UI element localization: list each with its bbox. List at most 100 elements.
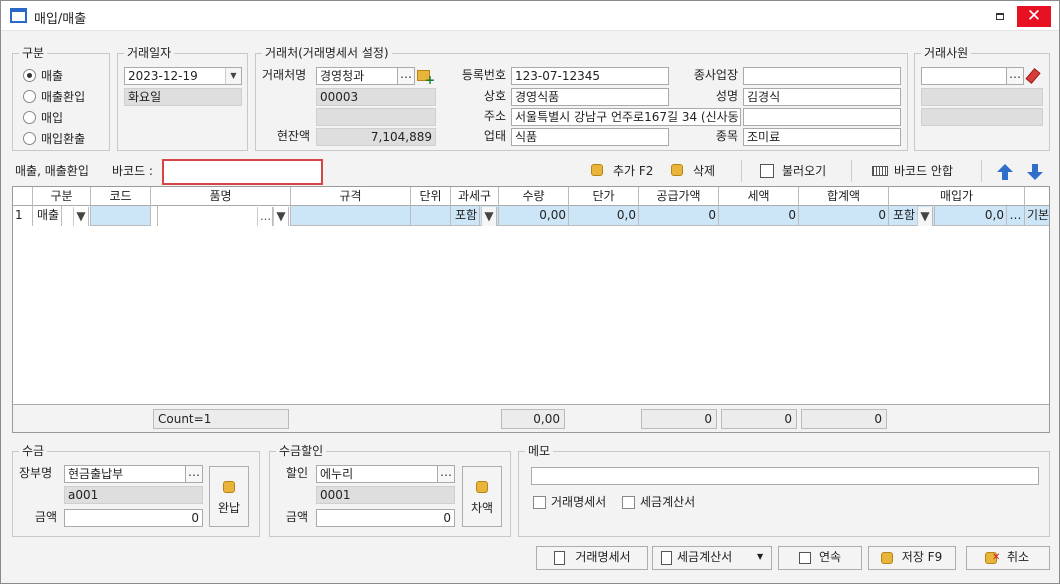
- table-row[interactable]: 1 매출 ▼ … ▼ 포함 ▼ 0,00 0,0 0 0 0 포함 ▼ 0,0 … 기본: [13, 206, 1049, 226]
- col-header-name[interactable]: 품명: [151, 187, 291, 206]
- type-group: 구분 매출 매출환입 매입 매입환출: [12, 45, 110, 151]
- radio-sales[interactable]: [23, 69, 36, 82]
- col-header-supply[interactable]: 공급가액: [639, 187, 719, 206]
- row-price[interactable]: 0,0: [569, 206, 639, 226]
- delete-row-button[interactable]: 삭제: [671, 162, 715, 180]
- row-name-search-button[interactable]: …: [257, 207, 273, 226]
- invoice-button[interactable]: 세금계산서 ▼: [652, 546, 772, 570]
- restore-button[interactable]: [993, 10, 1007, 24]
- row-spec[interactable]: [291, 206, 411, 226]
- col-header-code[interactable]: 코드: [91, 187, 151, 206]
- partner-name-field[interactable]: 경영청과: [316, 67, 398, 85]
- discount-value: 에누리: [320, 467, 354, 481]
- ledger-field[interactable]: 현금출납부: [64, 465, 186, 483]
- reg-no-field[interactable]: 123-07-12345: [511, 67, 669, 85]
- difference-button[interactable]: 차액: [462, 466, 502, 527]
- row-purchase-tax[interactable]: 포함 ▼: [889, 206, 935, 226]
- partner-add-icon[interactable]: +: [416, 67, 435, 86]
- receipt-amount-value: 0: [191, 511, 199, 525]
- discount-field[interactable]: 에누리: [316, 465, 438, 483]
- chevron-down-icon[interactable]: ▼: [917, 207, 933, 226]
- date-value: 2023-12-19: [128, 69, 198, 83]
- row-code[interactable]: [91, 206, 151, 226]
- radio-sales-label: 매출: [41, 69, 64, 83]
- col-header-vat[interactable]: 세액: [719, 187, 799, 206]
- memo-group-label: 메모: [525, 443, 554, 459]
- save-button[interactable]: 저장 F9: [868, 546, 956, 570]
- row-total[interactable]: 0: [799, 206, 889, 226]
- row-type[interactable]: 매출 ▼: [33, 206, 91, 226]
- ledger-search-button[interactable]: …: [185, 465, 203, 483]
- row-supply[interactable]: 0: [639, 206, 719, 226]
- address-detail-field[interactable]: [743, 108, 901, 126]
- row-extra[interactable]: 기본: [1025, 206, 1049, 226]
- col-header-type[interactable]: 구분: [33, 187, 91, 206]
- continue-button[interactable]: 연속: [778, 546, 862, 570]
- receipt-group: 수금 장부명 현금출납부 … a001 금액 0 완납: [12, 443, 260, 537]
- row-purchase-price[interactable]: 0,0: [935, 206, 1007, 226]
- radio-purchase[interactable]: [23, 111, 36, 124]
- load-button[interactable]: 불러오기: [760, 162, 826, 180]
- row-vat[interactable]: 0: [719, 206, 799, 226]
- window-title: 매입/매출: [34, 12, 87, 27]
- col-header-price[interactable]: 단가: [569, 187, 639, 206]
- memo-group: 메모 거래명세서 세금계산서: [518, 443, 1050, 537]
- business-label: 업태: [483, 129, 506, 143]
- row-no: 1: [13, 206, 33, 226]
- row-qty[interactable]: 0,00: [499, 206, 569, 226]
- balance-value: 7,104,889: [370, 130, 432, 144]
- col-header-extra[interactable]: [1025, 187, 1049, 206]
- item-field[interactable]: 조미료: [743, 128, 901, 146]
- statement-checkbox[interactable]: [533, 496, 546, 509]
- barcode-input[interactable]: [162, 159, 323, 185]
- staff-field[interactable]: [921, 67, 1007, 85]
- partner-search-button[interactable]: …: [397, 67, 415, 85]
- row-purchase-search-button[interactable]: …: [1007, 206, 1025, 226]
- radio-purchase-return[interactable]: [23, 132, 36, 145]
- chevron-down-icon[interactable]: ▼: [225, 68, 241, 84]
- chevron-down-icon[interactable]: ▼: [481, 207, 497, 226]
- owner-field[interactable]: 김경식: [743, 88, 901, 106]
- move-down-button[interactable]: [1027, 164, 1043, 180]
- row-name[interactable]: … ▼: [151, 206, 291, 226]
- eraser-icon[interactable]: [1025, 67, 1043, 85]
- complete-payment-button[interactable]: 완납: [209, 466, 249, 527]
- col-header-qty[interactable]: 수량: [499, 187, 569, 206]
- date-picker[interactable]: 2023-12-19 ▼: [124, 67, 242, 85]
- add-row-button[interactable]: 추가 F2: [591, 162, 653, 180]
- balance-label: 현잔액: [276, 129, 310, 143]
- staff-search-button[interactable]: …: [1006, 67, 1024, 85]
- radio-purchase-label: 매입: [41, 111, 64, 125]
- move-up-button[interactable]: [997, 164, 1013, 180]
- statement-button[interactable]: 거래명세서: [536, 546, 648, 570]
- col-header-purchase[interactable]: 매입가: [889, 187, 1025, 206]
- address-field[interactable]: 서울특별시 강남구 언주로167길 34 (신사동: [511, 108, 741, 126]
- discount-label: 할인: [285, 466, 308, 480]
- date-group-label: 거래일자: [124, 45, 175, 61]
- item-grid[interactable]: 구분 코드 품명 규격 단위 과세구 수량 단가 공급가액 세액 합계액 매입가…: [12, 186, 1050, 433]
- discount-search-button[interactable]: …: [437, 465, 455, 483]
- company-label: 상호: [483, 89, 506, 103]
- chevron-down-icon[interactable]: ▼: [273, 207, 289, 226]
- chevron-down-icon[interactable]: ▼: [73, 207, 89, 226]
- row-unit[interactable]: [411, 206, 451, 226]
- discount-amount-field[interactable]: 0: [316, 509, 455, 527]
- branch-field[interactable]: [743, 67, 901, 85]
- cancel-button[interactable]: ✕ 취소: [966, 546, 1050, 570]
- chevron-down-icon[interactable]: ▼: [757, 547, 763, 567]
- col-header-spec[interactable]: 규격: [291, 187, 411, 206]
- col-header-unit[interactable]: 단위: [411, 187, 451, 206]
- radio-sales-return[interactable]: [23, 90, 36, 103]
- memo-input[interactable]: [531, 467, 1039, 485]
- col-header-total[interactable]: 합계액: [799, 187, 889, 206]
- business-field[interactable]: 식품: [511, 128, 669, 146]
- company-field[interactable]: 경영식품: [511, 88, 669, 106]
- col-header-tax[interactable]: 과세구: [451, 187, 499, 206]
- barcode-guide-button[interactable]: 바코드 안합: [872, 162, 953, 180]
- date-group: 거래일자 2023-12-19 ▼ 화요일: [117, 45, 248, 151]
- invoice-checkbox[interactable]: [622, 496, 635, 509]
- row-tax[interactable]: 포함 ▼: [451, 206, 499, 226]
- row-type-value: 매출: [35, 206, 63, 226]
- close-button[interactable]: ✕: [1017, 6, 1051, 27]
- receipt-amount-field[interactable]: 0: [64, 509, 203, 527]
